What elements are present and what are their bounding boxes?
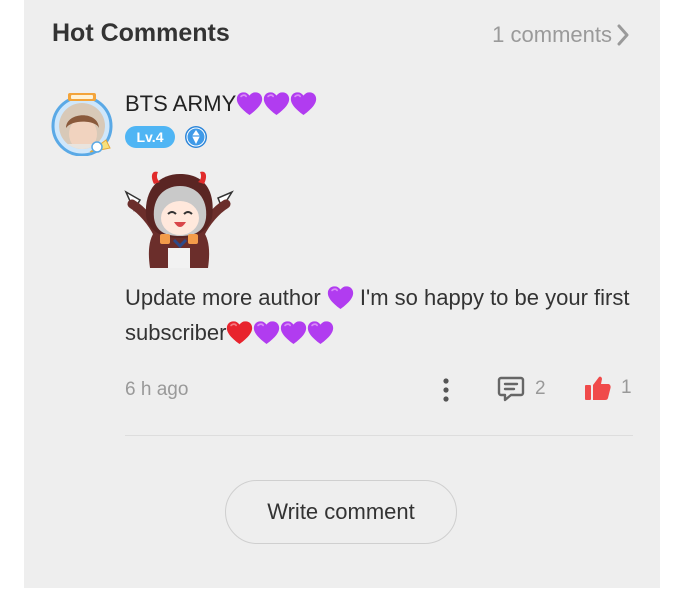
avatar[interactable] bbox=[50, 92, 114, 156]
chevron-right-icon bbox=[617, 24, 629, 46]
comment-username[interactable]: BTS ARMY bbox=[125, 91, 317, 117]
username-text: BTS ARMY bbox=[125, 91, 237, 116]
red-heart-emoji bbox=[226, 321, 253, 345]
more-vertical-icon[interactable] bbox=[436, 376, 456, 404]
purple-heart-emoji bbox=[290, 92, 317, 116]
purple-heart-emoji bbox=[236, 92, 263, 116]
comment-timestamp: 6 h ago bbox=[125, 379, 189, 400]
user-badges: Lv.4 bbox=[125, 125, 208, 149]
purple-heart-emoji bbox=[307, 321, 334, 345]
reply-button[interactable]: 2 bbox=[496, 374, 546, 404]
comments-count-link[interactable]: 1 comments bbox=[492, 22, 630, 48]
write-comment-button[interactable]: Write comment bbox=[225, 480, 457, 544]
divider bbox=[125, 435, 633, 436]
section-title: Hot Comments bbox=[52, 19, 230, 47]
thumbs-up-icon bbox=[585, 376, 611, 400]
devil-girl-sticker bbox=[124, 171, 234, 268]
diamond-badge-icon bbox=[185, 126, 207, 148]
purple-heart-emoji bbox=[327, 286, 354, 310]
comment-text-part1: Update more author bbox=[125, 285, 321, 310]
comments-count-label: 1 comments bbox=[492, 22, 612, 47]
purple-heart-emoji bbox=[263, 92, 290, 116]
like-count: 1 bbox=[621, 377, 632, 398]
like-button[interactable]: 1 bbox=[584, 374, 632, 402]
hot-comments-panel: Hot Comments 1 comments BTS ARMY Lv.4 Up… bbox=[24, 0, 660, 588]
purple-heart-emoji bbox=[253, 321, 280, 345]
comment-body: Update more author I'm so happy to be yo… bbox=[125, 280, 635, 350]
reply-count: 2 bbox=[535, 378, 546, 399]
level-badge: Lv.4 bbox=[125, 126, 175, 148]
comment-icon bbox=[497, 376, 525, 402]
purple-heart-emoji bbox=[280, 321, 307, 345]
